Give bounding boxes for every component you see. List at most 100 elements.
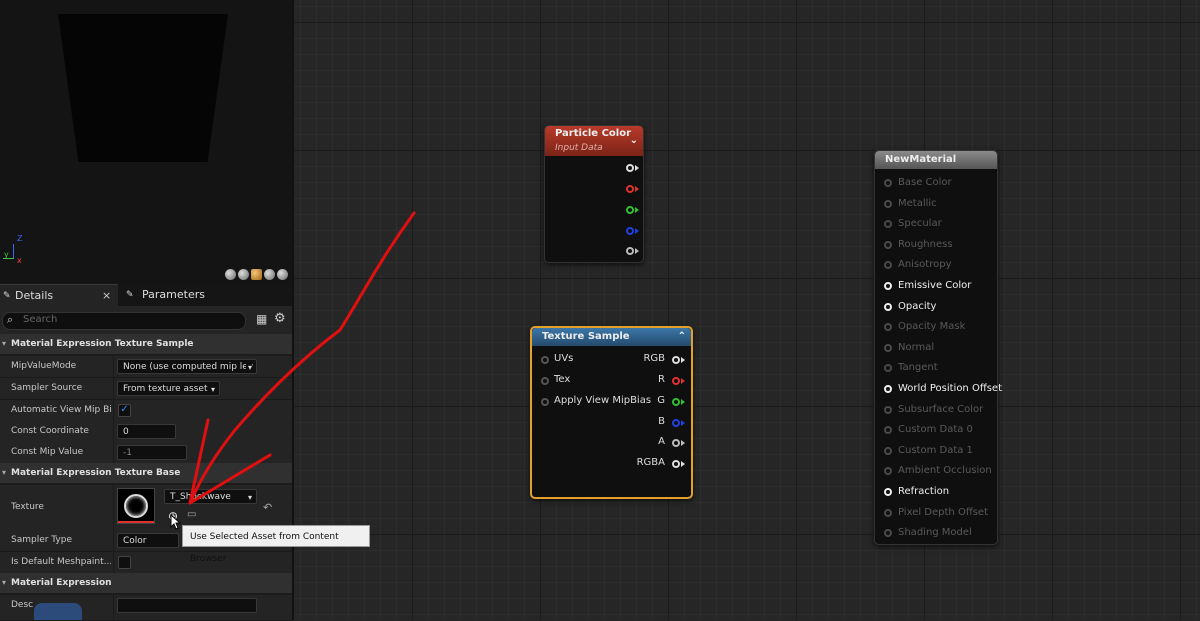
property-label: Sampler Type xyxy=(11,535,72,545)
output-pin-g[interactable] xyxy=(626,206,634,214)
output-arrow-icon xyxy=(681,399,685,405)
texture-type-bar xyxy=(118,521,154,523)
output-pin-b[interactable] xyxy=(672,419,680,427)
material-input-label: Refraction xyxy=(898,486,950,497)
output-pin-rgba[interactable] xyxy=(672,460,680,468)
column-divider xyxy=(113,400,114,421)
material-input-pin[interactable] xyxy=(884,488,892,496)
output-arrow-icon xyxy=(635,207,639,213)
column-divider xyxy=(113,442,114,463)
axis-z-label: Z xyxy=(17,234,23,243)
search-icon: ⌕ xyxy=(7,313,14,326)
material-preview-viewport[interactable]: Z y x xyxy=(0,0,292,284)
material-input-pin[interactable] xyxy=(884,179,892,187)
preview-sphere-icon[interactable] xyxy=(238,269,249,280)
input-pin-uvs[interactable] xyxy=(541,356,549,364)
column-divider xyxy=(113,485,114,530)
output-pin-r[interactable] xyxy=(626,185,634,193)
tooltip: Use Selected Asset from Content Browser xyxy=(182,525,370,564)
new-material-result-node[interactable]: NewMaterial Base Color Metallic Specular Ro… xyxy=(874,150,1002,545)
desc-input[interactable] xyxy=(117,598,257,613)
sampler-source-dropdown[interactable]: From texture asset ▾ xyxy=(117,381,220,396)
chevron-down-icon: ▾ xyxy=(210,385,215,394)
section-texture-sample[interactable]: ▾ Material Expression Texture Sample xyxy=(0,334,292,354)
material-input-label: Normal xyxy=(898,341,935,353)
output-pin-r[interactable] xyxy=(672,377,680,385)
dropdown-value: T_Shockwave xyxy=(170,492,231,502)
preview-cube-icon[interactable] xyxy=(264,269,275,280)
material-input-pin[interactable] xyxy=(884,426,892,435)
reset-arrow-icon[interactable]: ↶ xyxy=(263,501,272,514)
material-input-pin[interactable] xyxy=(884,261,892,270)
tab-details-label: Details xyxy=(15,289,54,302)
section-material-expression[interactable]: ▾ Material Expression xyxy=(0,573,292,593)
output-pin-rgb[interactable] xyxy=(626,164,634,172)
collapse-chevron-icon[interactable]: ⌄ xyxy=(630,132,638,150)
output-pin-a[interactable] xyxy=(626,247,634,255)
table-view-icon[interactable]: ▦ xyxy=(256,312,267,326)
output-arrow-icon xyxy=(635,165,639,171)
material-input-pin[interactable] xyxy=(884,405,892,414)
material-input-pin[interactable] xyxy=(884,529,892,538)
output-pin-g[interactable] xyxy=(672,398,680,406)
material-input-pin[interactable] xyxy=(884,508,892,517)
section-texture-base[interactable]: ▾ Material Expression Texture Base xyxy=(0,463,292,483)
texture-asset-dropdown[interactable]: T_Shockwave ▾ xyxy=(164,489,257,504)
material-input-pin[interactable] xyxy=(884,199,892,208)
property-row-mipvaluemode: MipValueMode None (use computed mip lev … xyxy=(0,356,292,378)
particle-color-header: Particle Color Input Data ⌄ xyxy=(545,126,643,156)
material-input-pin[interactable] xyxy=(884,323,892,332)
const-coordinate-input[interactable]: 0 xyxy=(117,424,176,439)
input-pin-tex[interactable] xyxy=(541,377,549,385)
output-label-a: A xyxy=(658,436,665,447)
material-input-pin[interactable] xyxy=(884,240,892,249)
preview-plane-icon[interactable] xyxy=(251,269,262,280)
settings-gear-icon[interactable]: ⚙ xyxy=(274,311,286,326)
material-input-pin[interactable] xyxy=(884,467,892,476)
search-input[interactable]: ⌕ Search xyxy=(2,312,246,330)
tab-details[interactable]: ✎ Details × xyxy=(0,284,118,307)
texture-thumbnail[interactable] xyxy=(117,488,155,524)
auto-view-mip-checkbox[interactable]: ✓ xyxy=(118,404,131,417)
output-pin-a[interactable] xyxy=(672,439,680,447)
output-arrow-icon xyxy=(635,186,639,192)
material-input-pin[interactable] xyxy=(884,343,892,352)
input-pin-apply-view-mipbias[interactable] xyxy=(541,398,549,406)
const-mip-value-input[interactable]: -1 xyxy=(117,445,187,460)
preview-teapot-icon[interactable] xyxy=(277,269,288,280)
material-input-label: World Position Offset xyxy=(898,383,1002,394)
property-row-is-default-meshpaint: Is Default Meshpaint... xyxy=(0,552,292,574)
particle-color-node[interactable]: Particle Color Input Data ⌄ xyxy=(544,125,644,263)
section-title: Material Expression Texture Sample xyxy=(11,339,194,349)
output-pin-b[interactable] xyxy=(626,227,634,235)
close-icon[interactable]: × xyxy=(102,285,111,307)
material-input-pin[interactable] xyxy=(884,302,892,311)
section-title: Material Expression xyxy=(11,578,112,588)
output-pin-rgb[interactable] xyxy=(672,356,680,364)
preview-cylinder-icon[interactable] xyxy=(225,269,236,280)
material-input-label: Shading Model xyxy=(898,527,972,539)
tab-parameters[interactable]: ✎ Parameters xyxy=(124,284,234,306)
texture-sample-title: Texture Sample xyxy=(542,331,630,342)
material-input-pin[interactable] xyxy=(884,446,892,455)
material-graph-canvas[interactable] xyxy=(292,0,1200,620)
input-label-uvs: UVs xyxy=(554,353,574,364)
collapse-chevron-icon[interactable]: ⌃ xyxy=(678,328,686,346)
material-input-pin[interactable] xyxy=(884,282,892,290)
mipvaluemode-dropdown[interactable]: None (use computed mip lev ▾ xyxy=(117,359,257,374)
property-row-const-coordinate: Const Coordinate 0 xyxy=(0,421,292,443)
tab-parameters-label: Parameters xyxy=(142,288,205,301)
material-input-pin[interactable] xyxy=(884,220,892,229)
is-default-meshpaint-checkbox[interactable] xyxy=(118,556,131,569)
output-arrow-icon xyxy=(681,440,685,446)
chevron-down-icon: ▾ xyxy=(2,339,7,348)
output-label-b: B xyxy=(658,416,665,427)
material-input-pin[interactable] xyxy=(884,385,892,393)
sampler-type-dropdown[interactable]: Color xyxy=(117,533,179,548)
details-search-row: ⌕ Search ▦ ⚙ xyxy=(0,306,292,334)
material-input-pin[interactable] xyxy=(884,364,892,373)
browse-folder-icon[interactable]: ▭ xyxy=(187,509,196,520)
output-arrow-icon xyxy=(681,461,685,467)
property-row-auto-view-mip: Automatic View Mip Bi... ✓ xyxy=(0,400,292,422)
texture-sample-node[interactable]: Texture Sample ⌃ UVs Tex Apply View MipB… xyxy=(530,326,693,499)
